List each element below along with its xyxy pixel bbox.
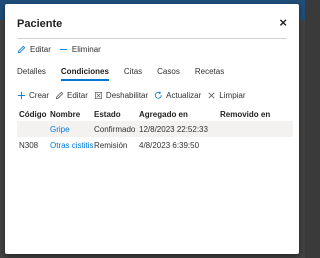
create-label: Crear xyxy=(29,91,50,100)
dialog-title: Paciente xyxy=(17,18,63,30)
close-icon[interactable]: × xyxy=(279,16,287,29)
cell-added: 12/8/2023 22:52:33 xyxy=(139,124,208,134)
cell-name-link[interactable]: Gripe xyxy=(50,125,94,134)
cell-name-link[interactable]: Otras cistitis xyxy=(50,141,94,150)
delete-button[interactable]: Eliminar xyxy=(59,45,101,54)
tab-casos[interactable]: Casos xyxy=(157,67,180,76)
grid-edit-label: Editar xyxy=(67,91,88,100)
disable-label: Deshabilitar xyxy=(105,91,149,100)
clear-button[interactable]: Limpiar xyxy=(207,91,246,100)
column-header-status[interactable]: Estado xyxy=(94,110,139,119)
command-bar: Editar Eliminar xyxy=(17,45,101,54)
x-icon xyxy=(208,92,215,99)
table-row[interactable]: N308 Otras cistitis Remisión 4/8/2023 6:… xyxy=(17,137,293,153)
refresh-icon xyxy=(155,91,162,99)
table-row[interactable]: Gripe Confirmado 12/8/2023 22:52:33 xyxy=(17,121,293,137)
grid-toolbar: Crear Editar Deshabilitar Actualizar Lim… xyxy=(17,91,246,100)
disable-button[interactable]: Deshabilitar xyxy=(94,91,148,100)
cell-code: N308 xyxy=(19,140,39,150)
column-header-removed[interactable]: Removido en xyxy=(220,110,293,119)
tab-citas[interactable]: Citas xyxy=(124,67,142,76)
conditions-table: Código Nombre Estado Agregado en Removid… xyxy=(17,108,293,153)
plus-icon xyxy=(17,91,26,100)
column-header-code[interactable]: Código xyxy=(17,110,50,119)
column-header-added[interactable]: Agregado en xyxy=(139,110,220,119)
table-header: Código Nombre Estado Agregado en Removid… xyxy=(17,108,293,121)
refresh-label: Actualizar xyxy=(166,91,202,100)
tab-strip: Detalles Condiciones Citas Casos Recetas xyxy=(17,67,224,81)
clear-label: Limpiar xyxy=(219,91,246,100)
minus-icon xyxy=(59,49,68,50)
column-header-name[interactable]: Nombre xyxy=(50,110,94,119)
cell-status: Remisión xyxy=(94,140,128,150)
create-button[interactable]: Crear xyxy=(17,91,49,100)
tab-condiciones[interactable]: Condiciones xyxy=(60,67,109,81)
tab-detalles[interactable]: Detalles xyxy=(17,67,46,76)
title-divider xyxy=(17,38,287,39)
tab-recetas[interactable]: Recetas xyxy=(195,67,224,76)
disable-box-icon xyxy=(94,91,102,100)
cell-added: 4/8/2023 6:39:50 xyxy=(139,140,200,150)
edit-label: Editar xyxy=(30,45,51,54)
delete-label: Eliminar xyxy=(71,45,101,54)
refresh-button[interactable]: Actualizar xyxy=(154,91,201,100)
cell-status: Confirmado xyxy=(94,124,136,134)
pencil-icon xyxy=(17,45,26,54)
edit-button[interactable]: Editar xyxy=(17,45,51,54)
patient-dialog: Paciente × Editar Eliminar Detalles Cond… xyxy=(5,4,299,254)
pencil-icon xyxy=(55,91,64,100)
grid-edit-button[interactable]: Editar xyxy=(55,91,88,100)
